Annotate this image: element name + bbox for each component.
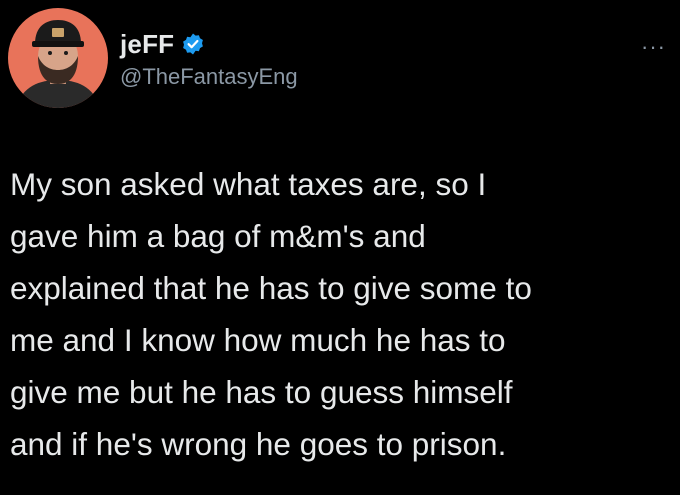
avatar-man-with-cap-icon [8,8,108,108]
author-names: jeFF @TheFantasyEng [120,28,298,90]
display-name-row: jeFF [120,28,298,60]
verified-badge-icon [181,32,205,56]
avatar[interactable] [8,8,108,108]
user-handle[interactable]: @TheFantasyEng [120,64,298,90]
tweet-card: jeFF @TheFantasyEng ··· My son asked wha… [0,0,680,495]
more-options-icon[interactable]: ··· [641,36,666,58]
tweet-text: My son asked what taxes are, so I gave h… [10,166,532,462]
display-name[interactable]: jeFF [120,29,174,60]
tweet-header: jeFF @TheFantasyEng ··· [8,8,680,118]
